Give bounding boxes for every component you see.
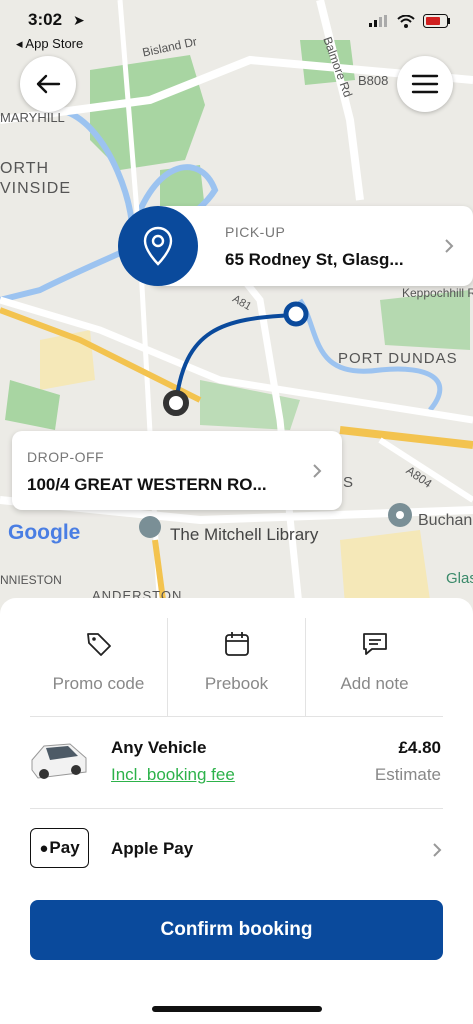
pickup-address: 65 Rodney St, Glasg... [225,250,404,269]
price: £4.80 [398,738,441,757]
map-label-s: S [343,474,354,491]
note-icon [362,633,387,655]
apple-pay-badge-text: Pay [49,838,80,857]
tag-icon [86,633,111,656]
booking-sheet: Promo code Prebook Add note Any Vehicle … [0,598,473,1024]
promo-code-button[interactable]: Promo code [30,618,167,716]
status-bar: 3:02 ➤ ◂ App Store [0,0,473,56]
home-indicator [152,1006,322,1012]
back-to-app-store[interactable]: ◂ App Store [16,36,83,52]
map-label-b808: B808 [358,73,389,88]
car-icon [31,743,87,779]
wifi-icon [397,14,415,28]
map-label-maryhill: MARYHILL [0,110,65,125]
add-note-button[interactable]: Add note [305,618,443,716]
payment-row[interactable]: ● Pay Apple Pay [0,818,473,882]
booking-options: Promo code Prebook Add note [30,618,443,716]
map-label-north: ORTH [0,160,50,177]
vehicle-title: Any Vehicle [111,738,207,757]
prebook-button[interactable]: Prebook [167,618,305,716]
map-label-kelvinside: VINSIDE [0,180,72,197]
arrow-left-icon [36,74,61,94]
map-label-keppoch: Keppochhill R [402,286,473,300]
chevron-right-icon [433,843,442,857]
chevron-right-icon [445,239,454,253]
divider [30,716,443,717]
promo-code-label: Promo code [52,674,145,693]
dropoff-address: 100/4 GREAT WESTERN RO... [27,475,267,494]
confirm-booking-button[interactable]: Confirm booking [30,900,443,960]
apple-pay-badge: ● Pay [30,828,89,868]
prebook-label: Prebook [204,674,269,693]
chevron-right-icon [313,464,322,478]
hamburger-icon [411,74,439,94]
estimate-label: Estimate [374,765,441,784]
location-arrow-icon: ➤ [73,12,85,28]
booking-fee-link[interactable]: Incl. booking fee [111,765,235,785]
map-label-mitchell: The Mitchell Library [170,525,319,544]
pickup-pin-badge [118,206,198,286]
signal-icon [369,15,387,27]
battery-icon [423,14,450,28]
location-pin-icon [143,226,173,266]
dropoff-label: DROP-OFF [27,449,105,465]
status-icons [369,14,451,28]
status-time: 3:02 [28,10,63,29]
map-label-anniesland: NNIESTON [0,573,62,587]
calendar-icon [224,632,249,656]
pickup-card[interactable]: PICK-UP 65 Rodney St, Glasg... [150,206,473,286]
menu-button[interactable] [397,56,453,112]
map-label-buchan: Buchan [418,512,473,529]
google-logo: Google [8,521,81,544]
divider [30,808,443,809]
pickup-label: PICK-UP [225,224,286,240]
dropoff-card[interactable]: DROP-OFF 100/4 GREAT WESTERN RO... [12,431,342,510]
map-label-glas: Glas [446,570,473,587]
add-note-label: Add note [340,674,409,693]
back-button[interactable] [20,56,76,112]
map-label-port-dundas: PORT DUNDAS [338,350,458,367]
apple-icon: ● [39,839,49,857]
payment-label: Apple Pay [111,839,194,858]
